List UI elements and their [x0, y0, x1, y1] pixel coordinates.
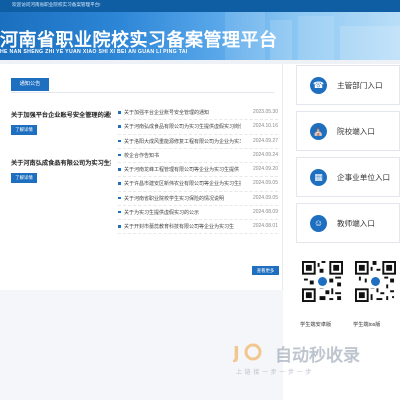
notice-date: 2024.09.20 — [252, 166, 278, 172]
notice-title[interactable]: 关于开封市蕾蕊教育科技有限公司等企业为实习生 — [124, 223, 241, 230]
portal-label: 企事业单位入口 — [337, 173, 391, 182]
notice-date: 2024.09.05 — [252, 194, 278, 201]
list-item[interactable]: 关于为实习生提供虚假实习的公示 2024.08.09 — [118, 206, 278, 220]
featured-notice-title[interactable]: 关于河南弘成食品有限公司为实习生提供虚假实习岗位的通报 — [11, 158, 111, 167]
notice-date: 2024.09.27 — [252, 137, 278, 144]
notice-title[interactable]: 关于洛阳大成风重能源修复工程有限公司为企业为实习生提供 — [124, 138, 241, 145]
watermark-tagline: 上 链 接 一 步 一 步 一 步 — [236, 370, 312, 376]
list-item[interactable]: 校企合作告知书 2024.09.24 — [118, 149, 278, 163]
bullet-icon — [118, 168, 121, 171]
bullet-icon — [118, 125, 121, 128]
watermark-brand: 自动秒收录 — [275, 346, 360, 365]
notice-date: 2024.09.24 — [252, 151, 278, 158]
view-more-button[interactable]: 查看更多 — [252, 266, 279, 275]
qr-caption: 学生端ios版 — [353, 322, 381, 328]
watermark-logo-icon: J — [233, 343, 262, 362]
list-item[interactable]: 关于许昌市建安区新伟农业有限公司等企业为实习生提供 2024.09.05 — [118, 177, 278, 192]
portal-enterprise[interactable]: ▦ 企事业单位入口 — [296, 157, 400, 197]
school-icon: ⛪ — [310, 123, 327, 140]
app-logo-icon — [316, 275, 329, 288]
divider — [11, 92, 274, 93]
notice-title[interactable]: 关于河南省职业院校学生实习保险的情况说明 — [124, 195, 241, 202]
bullet-icon — [118, 196, 121, 199]
portal-school[interactable]: ⛪ 院校端入口 — [296, 111, 400, 151]
featured-notice[interactable]: 关于加强平台企业账号安全管理的通知 了解详情 — [11, 110, 111, 135]
notice-title[interactable]: 关于河南龙峰工程管理有限公司等企业为实习生提供 — [124, 166, 241, 173]
list-item[interactable]: 关于河南弘成食品有限公司为实习生提供虚假实习岗位的通报 2024.10.16 — [118, 120, 278, 135]
notice-title[interactable]: 关于河南弘成食品有限公司为实习生提供虚假实习岗位的通报 — [124, 123, 241, 130]
tab-notice[interactable]: 通知公告 — [11, 78, 49, 91]
banner-decoration — [298, 16, 334, 60]
top-bar: 欢迎访问河南省职业院校实习备案管理平台! — [0, 0, 400, 12]
list-item[interactable]: 关于加强平台企业账号安全管理的通知 2023.05.30 — [118, 106, 278, 121]
welcome-text: 欢迎访问河南省职业院校实习备案管理平台! — [12, 2, 101, 7]
list-item[interactable]: 关于洛阳大成风重能源修复工程有限公司为企业为实习生提供 2024.09.27 — [118, 135, 278, 149]
portal-label: 教师端入口 — [337, 219, 375, 228]
bullet-icon — [118, 111, 121, 114]
svg-text:J: J — [233, 343, 240, 362]
notice-date: 2024.08.01 — [252, 223, 278, 229]
notice-date: 2024.08.09 — [252, 208, 278, 215]
list-item[interactable]: 关于开封市蕾蕊教育科技有限公司等企业为实习生 2024.08.01 — [118, 220, 278, 235]
site-banner: 河南省职业院校实习备案管理平台 HE NAN SHENG ZHI YE YUAN… — [0, 12, 400, 60]
app-logo-icon — [369, 275, 382, 288]
notice-title[interactable]: 关于为实习生提供虚假实习的公示 — [124, 209, 241, 216]
teacher-icon: ☺ — [310, 215, 327, 232]
portal-authority[interactable]: ☎ 主管部门入口 — [296, 65, 400, 105]
site-title-pinyin: HE NAN SHENG ZHI YE YUAN XIAO SHI XI BEI… — [0, 49, 188, 55]
notice-title[interactable]: 校企合作告知书 — [124, 152, 241, 159]
watermark: J 自动秒收录 上 链 接 一 步 一 步 一 步 — [233, 340, 383, 380]
bullet-icon — [118, 139, 121, 142]
notice-title[interactable]: 关于许昌市建安区新伟农业有限公司等企业为实习生提供 — [124, 180, 241, 187]
bullet-icon — [118, 225, 121, 228]
qr-ios: 学生端ios版 — [353, 261, 396, 328]
building-icon: ▦ — [310, 169, 327, 186]
detail-button[interactable]: 了解详情 — [11, 173, 37, 183]
bullet-icon — [118, 182, 121, 185]
notice-date: 2024.09.05 — [252, 180, 278, 187]
phone-icon: ☎ — [310, 77, 327, 94]
bullet-icon — [118, 153, 121, 157]
portal-label: 主管部门入口 — [337, 81, 383, 90]
featured-notice[interactable]: 关于河南弘成食品有限公司为实习生提供虚假实习岗位的通报 了解详情 — [11, 158, 111, 183]
notice-list: 关于加强平台企业账号安全管理的通知 2023.05.30 关于河南弘成食品有限公司… — [118, 106, 278, 235]
detail-button[interactable]: 了解详情 — [11, 125, 37, 135]
featured-notice-title[interactable]: 关于加强平台企业账号安全管理的通知 — [11, 110, 111, 119]
portal-teacher[interactable]: ☺ 教师端入口 — [296, 203, 400, 243]
notice-panel: 通知公告 关于加强平台企业账号安全管理的通知 了解详情 关于河南弘成食品有限公司… — [0, 64, 283, 290]
qr-android: 学生端安卓版 — [300, 261, 343, 328]
list-item[interactable]: 关于河南龙峰工程管理有限公司等企业为实习生提供 2024.09.20 — [118, 163, 278, 178]
banner-decoration — [340, 26, 400, 60]
qr-caption: 学生端安卓版 — [300, 322, 332, 328]
list-item[interactable]: 关于河南省职业院校学生实习保险的情况说明 2024.09.05 — [118, 192, 278, 206]
notice-title[interactable]: 关于加强平台企业账号安全管理的通知 — [124, 109, 241, 116]
notice-date: 2024.10.16 — [252, 123, 278, 130]
bullet-icon — [118, 210, 121, 214]
notice-date: 2023.05.30 — [252, 109, 278, 115]
portal-label: 院校端入口 — [337, 127, 375, 136]
